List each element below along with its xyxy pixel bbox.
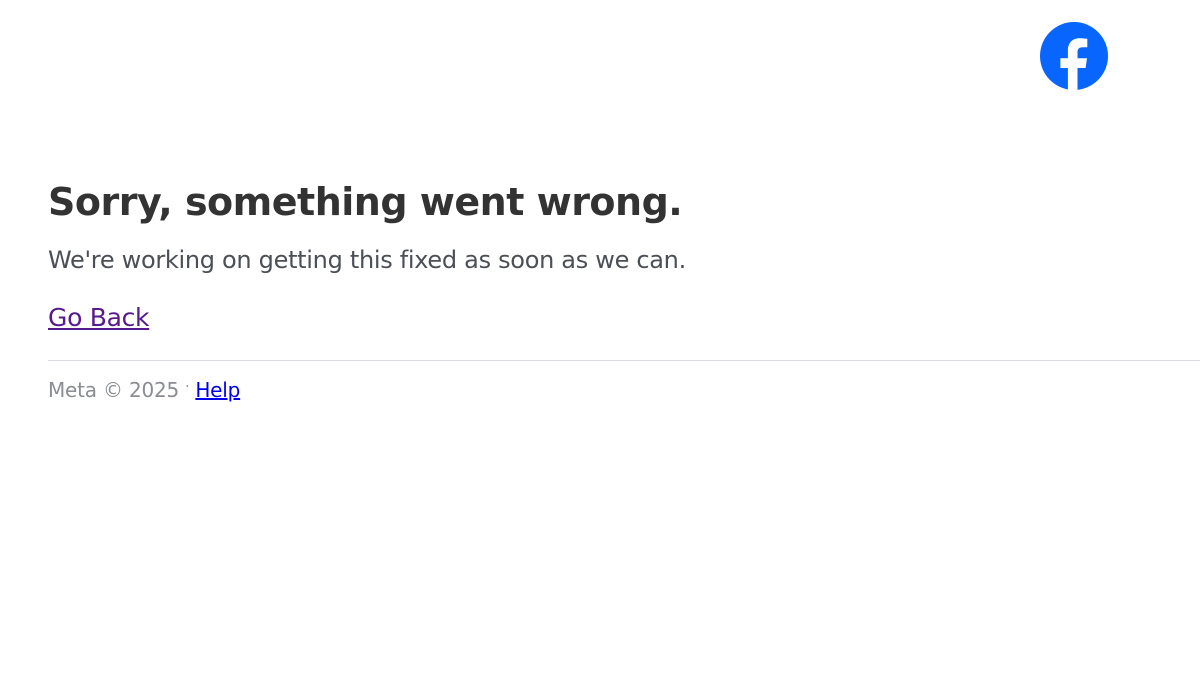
facebook-f-icon: [1040, 22, 1108, 91]
go-back-link[interactable]: Go Back: [48, 303, 150, 333]
footer-separator: ·: [185, 379, 190, 395]
copyright-text: Meta © 2025: [48, 378, 180, 402]
facebook-logo-icon[interactable]: [1039, 21, 1109, 91]
footer: Meta © 2025 · Help: [48, 377, 1200, 406]
footer-divider: [48, 360, 1200, 361]
error-page: Sorry, something went wrong. We're worki…: [0, 0, 1200, 675]
error-content: Sorry, something went wrong. We're worki…: [48, 175, 1200, 406]
error-title: Sorry, something went wrong.: [48, 180, 683, 224]
error-message: We're working on getting this fixed as s…: [48, 246, 686, 274]
help-link[interactable]: Help: [195, 378, 240, 402]
